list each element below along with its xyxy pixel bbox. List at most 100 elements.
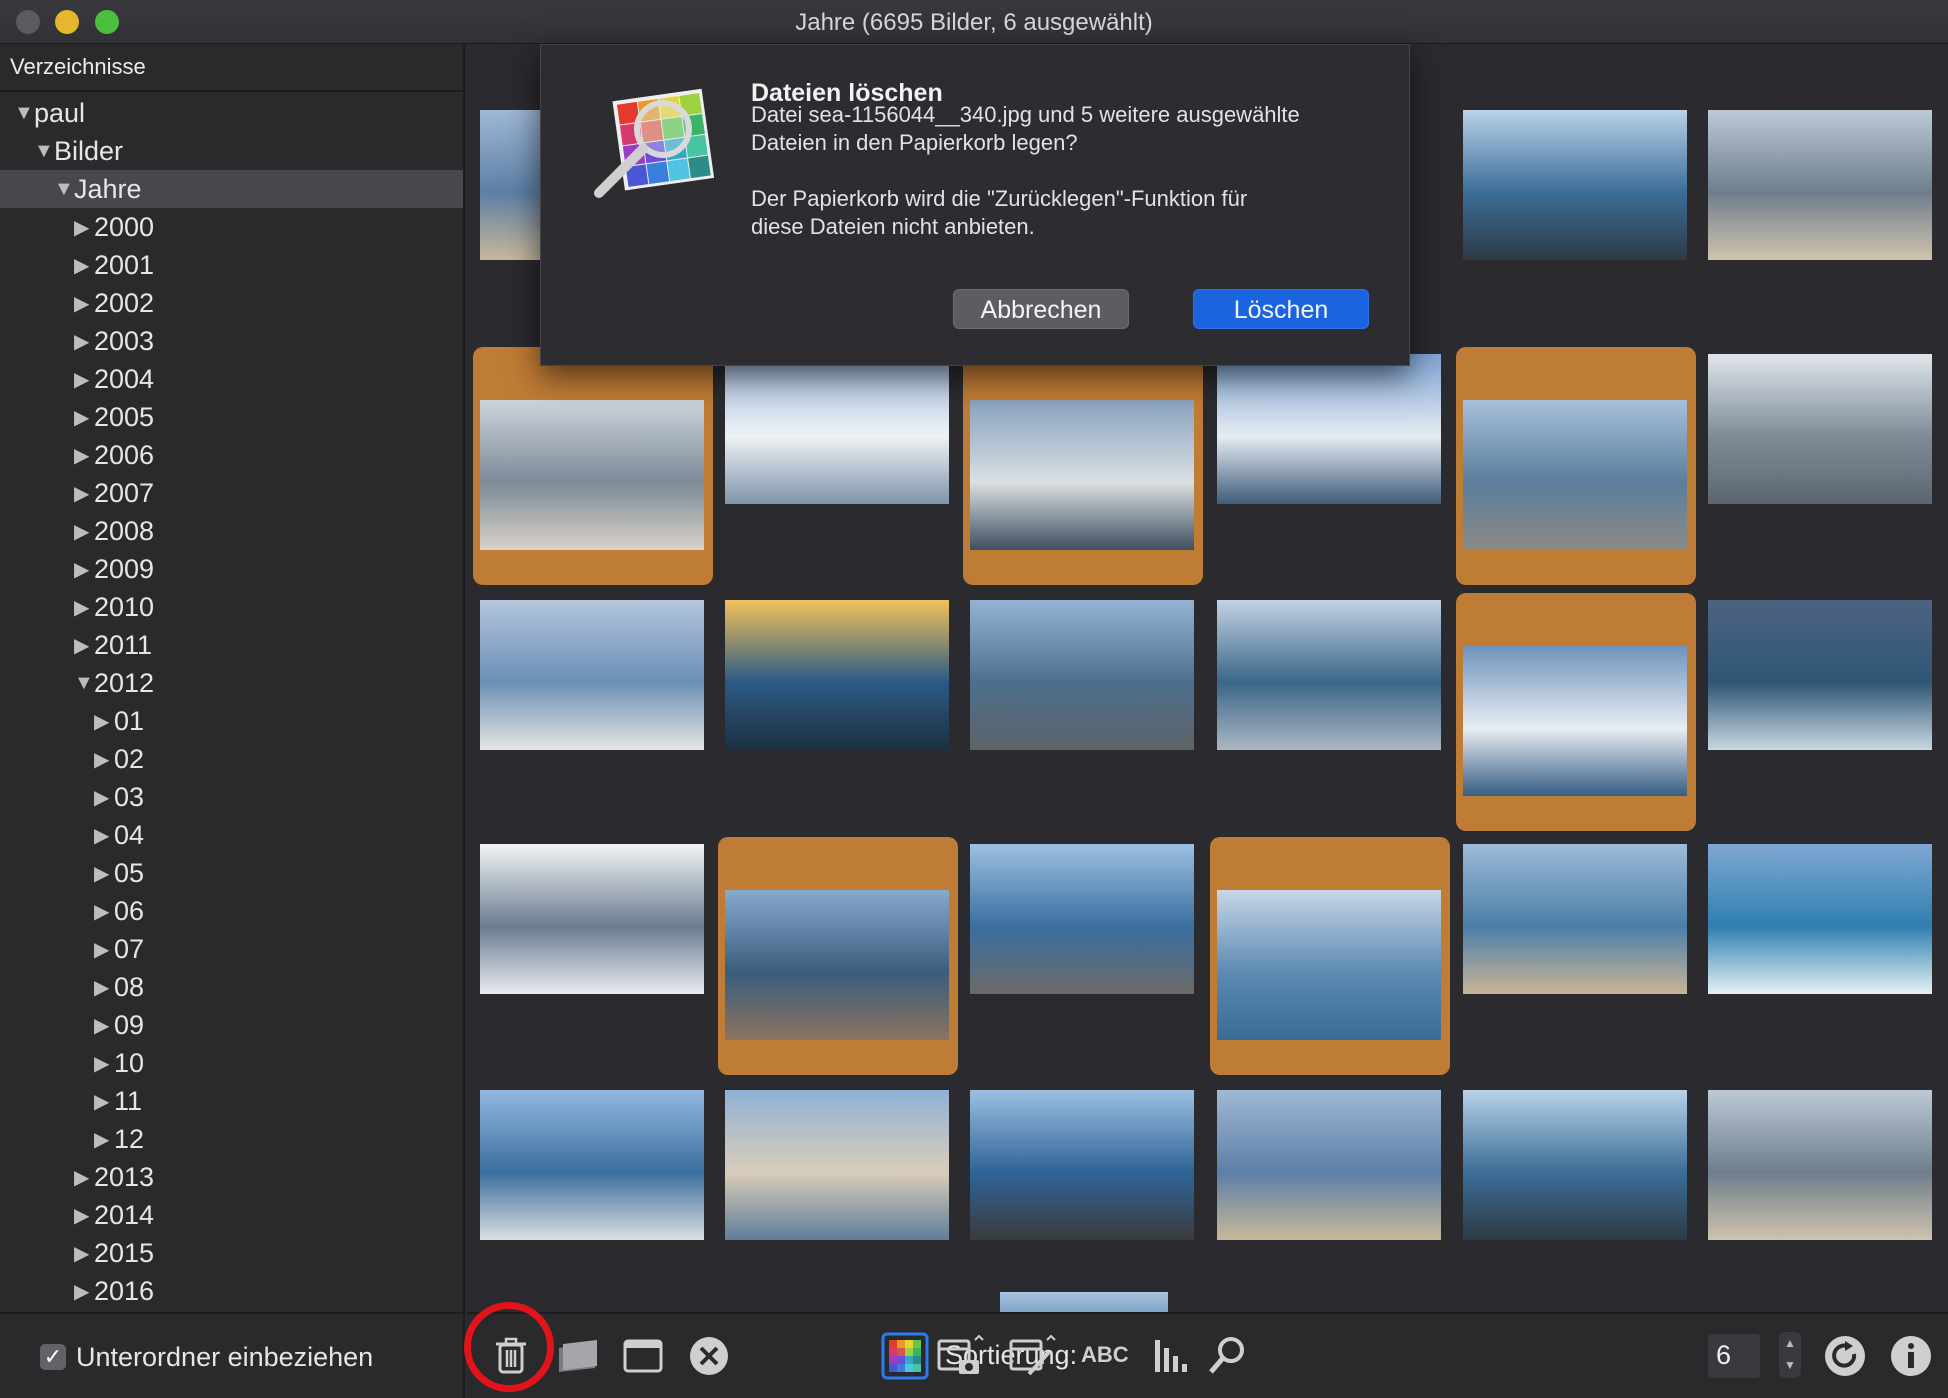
disclosure-collapsed-icon[interactable]: ▶ <box>74 443 94 468</box>
disclosure-collapsed-icon[interactable]: ▶ <box>94 899 114 924</box>
thumbnail-image[interactable] <box>1708 110 1932 260</box>
disclosure-expanded-icon[interactable]: ▼ <box>34 140 54 163</box>
disclosure-expanded-icon[interactable]: ▼ <box>54 178 74 201</box>
thumbnail-image[interactable] <box>1708 844 1932 994</box>
cancel-button[interactable]: Abbrechen <box>953 289 1129 329</box>
tree-item-05[interactable]: ▶ 05 <box>0 854 463 892</box>
thumbnail-image[interactable] <box>1463 844 1687 994</box>
close-circle-icon[interactable] <box>685 1332 733 1380</box>
disclosure-collapsed-icon[interactable]: ▶ <box>74 595 94 620</box>
tree-item-03[interactable]: ▶ 03 <box>0 778 463 816</box>
tree-item-07[interactable]: ▶ 07 <box>0 930 463 968</box>
tree-item-11[interactable]: ▶ 11 <box>0 1082 463 1120</box>
thumbnail-image[interactable] <box>970 400 1194 550</box>
disclosure-collapsed-icon[interactable]: ▶ <box>74 1241 94 1266</box>
disclosure-collapsed-icon[interactable]: ▶ <box>94 747 114 772</box>
thumbnail-image[interactable] <box>1708 600 1932 750</box>
tree-item-2011[interactable]: ▶ 2011 <box>0 626 463 664</box>
tree-item-01[interactable]: ▶ 01 <box>0 702 463 740</box>
thumbnail-image[interactable] <box>1217 354 1441 504</box>
disclosure-collapsed-icon[interactable]: ▶ <box>94 937 114 962</box>
disclosure-collapsed-icon[interactable]: ▶ <box>74 291 94 316</box>
thumbnail-image[interactable] <box>970 600 1194 750</box>
thumbnail-image[interactable] <box>1217 1090 1441 1240</box>
window-icon[interactable] <box>619 1332 667 1380</box>
tree-item-2006[interactable]: ▶ 2006 <box>0 436 463 474</box>
color-grid-icon[interactable] <box>881 1332 929 1380</box>
thumbnail-image[interactable] <box>725 890 949 1040</box>
tree-item-2003[interactable]: ▶ 2003 <box>0 322 463 360</box>
thumbnail-image[interactable] <box>1217 890 1441 1040</box>
tree-item-08[interactable]: ▶ 08 <box>0 968 463 1006</box>
disclosure-collapsed-icon[interactable]: ▶ <box>74 519 94 544</box>
thumbnail-count-stepper[interactable]: ▲ ▼ <box>1779 1332 1801 1378</box>
thumbnail-image[interactable] <box>970 844 1194 994</box>
thumbnail-image[interactable] <box>480 844 704 994</box>
refresh-icon[interactable] <box>1821 1332 1869 1380</box>
disclosure-collapsed-icon[interactable]: ▶ <box>74 215 94 240</box>
disclosure-collapsed-icon[interactable]: ▶ <box>94 1089 114 1114</box>
tree-item-2001[interactable]: ▶ 2001 <box>0 246 463 284</box>
thumbnail-image[interactable] <box>725 600 949 750</box>
tree-item-06[interactable]: ▶ 06 <box>0 892 463 930</box>
thumbnail-image[interactable] <box>1000 1292 1168 1312</box>
tree-item-10[interactable]: ▶ 10 <box>0 1044 463 1082</box>
tree-item-Jahre[interactable]: ▼ Jahre <box>0 170 463 208</box>
thumbnail-image[interactable] <box>1463 110 1687 260</box>
thumbnail-image[interactable] <box>1463 400 1687 550</box>
disclosure-collapsed-icon[interactable]: ▶ <box>74 367 94 392</box>
calendar-edit-icon[interactable] <box>1007 1332 1056 1380</box>
thumbnail-image[interactable] <box>1217 600 1441 750</box>
info-icon[interactable] <box>1887 1332 1935 1380</box>
disclosure-collapsed-icon[interactable]: ▶ <box>74 1279 94 1304</box>
disclosure-expanded-icon[interactable]: ▼ <box>14 102 34 125</box>
thumbnail-image[interactable] <box>970 1090 1194 1240</box>
tree-item-2004[interactable]: ▶ 2004 <box>0 360 463 398</box>
disclosure-collapsed-icon[interactable]: ▶ <box>94 1051 114 1076</box>
disclosure-collapsed-icon[interactable]: ▶ <box>94 1127 114 1152</box>
thumbnail-image[interactable] <box>725 1090 949 1240</box>
thumbnail-image[interactable] <box>725 354 949 504</box>
calendar-camera-icon[interactable] <box>935 1332 984 1380</box>
disclosure-collapsed-icon[interactable]: ▶ <box>94 709 114 734</box>
disclosure-collapsed-icon[interactable]: ▶ <box>74 405 94 430</box>
disclosure-collapsed-icon[interactable]: ▶ <box>74 633 94 658</box>
tree-item-2005[interactable]: ▶ 2005 <box>0 398 463 436</box>
disclosure-expanded-icon[interactable]: ▼ <box>74 672 94 695</box>
tree-item-2000[interactable]: ▶ 2000 <box>0 208 463 246</box>
thumbnail-image[interactable] <box>480 600 704 750</box>
search-icon[interactable] <box>1203 1332 1251 1380</box>
tree-item-2014[interactable]: ▶ 2014 <box>0 1196 463 1234</box>
thumbnail-image[interactable] <box>480 400 704 550</box>
disclosure-collapsed-icon[interactable]: ▶ <box>94 823 114 848</box>
disclosure-collapsed-icon[interactable]: ▶ <box>74 329 94 354</box>
folder-icon[interactable] <box>553 1332 601 1380</box>
disclosure-collapsed-icon[interactable]: ▶ <box>94 1013 114 1038</box>
delete-button[interactable]: Löschen <box>1193 289 1369 329</box>
tree-item-04[interactable]: ▶ 04 <box>0 816 463 854</box>
tree-item-2012[interactable]: ▼ 2012 <box>0 664 463 702</box>
tree-item-2002[interactable]: ▶ 2002 <box>0 284 463 322</box>
abc-sort-icon[interactable]: ABC <box>1081 1342 1141 1390</box>
tree-item-12[interactable]: ▶ 12 <box>0 1120 463 1158</box>
tree-item-paul[interactable]: ▼ paul <box>0 94 463 132</box>
disclosure-collapsed-icon[interactable]: ▶ <box>74 1165 94 1190</box>
disclosure-collapsed-icon[interactable]: ▶ <box>74 557 94 582</box>
thumbnail-count-field[interactable]: 6 <box>1708 1334 1760 1378</box>
disclosure-collapsed-icon[interactable]: ▶ <box>74 253 94 278</box>
tree-item-02[interactable]: ▶ 02 <box>0 740 463 778</box>
tree-item-Bilder[interactable]: ▼ Bilder <box>0 132 463 170</box>
histogram-icon[interactable] <box>1147 1332 1195 1380</box>
include-subfolders-checkbox[interactable]: ✓ <box>40 1344 66 1370</box>
thumbnail-image[interactable] <box>1463 1090 1687 1240</box>
disclosure-collapsed-icon[interactable]: ▶ <box>74 1203 94 1228</box>
disclosure-collapsed-icon[interactable]: ▶ <box>94 975 114 1000</box>
thumbnail-image[interactable] <box>480 1090 704 1240</box>
tree-item-2009[interactable]: ▶ 2009 <box>0 550 463 588</box>
tree-item-2007[interactable]: ▶ 2007 <box>0 474 463 512</box>
thumbnail-image[interactable] <box>1463 646 1687 796</box>
disclosure-collapsed-icon[interactable]: ▶ <box>94 861 114 886</box>
tree-item-2016[interactable]: ▶ 2016 <box>0 1272 463 1310</box>
tree-item-2008[interactable]: ▶ 2008 <box>0 512 463 550</box>
disclosure-collapsed-icon[interactable]: ▶ <box>94 785 114 810</box>
